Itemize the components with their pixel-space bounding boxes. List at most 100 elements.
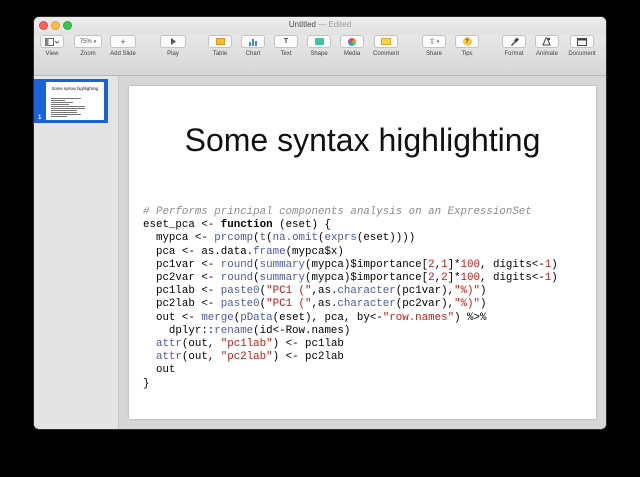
toolbar: View 75% ▾ Zoom + Add Slide Play Table C… [34,35,606,76]
document-icon [577,37,587,46]
media-button[interactable]: Media [340,35,364,57]
code-token: paste0 [220,285,260,298]
view-label: View [45,51,59,57]
table-button[interactable]: Table [208,35,232,57]
code-token: (mypca)$importance[ [305,272,429,285]
code-token: # Performs principal components analysis… [143,206,532,218]
code-line: pc1lab <- paste0("PC1 (",as.character(pc… [143,285,558,298]
thumbnail-code-line [51,112,77,113]
code-token: "PC1 (" [266,298,312,311]
code-token: (eset), pca, by<- [272,311,383,324]
thumbnail-code-line [51,116,67,117]
code-token: ,as. [311,285,338,298]
code-token: } [143,377,150,390]
code-line: pc2var <- round(summary(mypca)$importanc… [143,272,558,285]
zoom-label: Zoom [80,51,96,57]
chart-button[interactable]: Chart [241,35,265,57]
code-token: summary [259,258,306,271]
chevron-down-icon: ▾ [436,38,440,45]
code-token: out [143,364,176,377]
code-token: (id<-Row.names) [253,324,351,337]
document-label: Document [568,51,596,57]
format-button[interactable]: Format [502,35,526,57]
code-token: (pc2var), [395,298,455,311]
text-box-icon: T [283,38,289,45]
shape-button[interactable]: Shape [307,35,331,57]
slide[interactable]: Some syntax highlighting # Performs prin… [129,86,596,419]
code-token: merge [201,311,234,324]
code-token: paste0 [220,298,260,311]
slide-title[interactable]: Some syntax highlighting [129,122,596,159]
plus-icon: + [120,36,126,47]
zoom-menu[interactable]: 75% ▾ Zoom [74,35,102,57]
code-line: out <- merge(pData(eset), pca, by<-"row.… [143,312,558,325]
code-token: pData [240,311,273,324]
play-label: Play [167,51,179,57]
code-token: (out, [181,338,221,351]
code-token: attr [155,338,182,351]
code-token: mypca <- [143,232,215,245]
format-label: Format [504,51,524,57]
slide-canvas: Some syntax highlighting # Performs prin… [119,76,606,429]
keynote-window: Untitled — Edited View 75% ▾ Zoom + Add … [34,17,606,429]
share-button[interactable]: ⇪ ▾ Share [422,35,446,57]
code-token: prcomp [214,232,254,245]
code-token: (eset) { [272,219,331,232]
code-token: "PC1 (" [266,285,312,298]
code-line: mypca <- prcomp(t(na.omit(exprs(eset)))) [143,232,558,245]
title-bar: Untitled — Edited [34,17,606,35]
tips-button[interactable]: ? Tips [455,35,479,57]
paintbrush-icon [510,37,519,46]
code-token: ) [551,272,558,285]
comment-button[interactable]: Comment [371,35,401,57]
document-button[interactable]: Document [566,35,598,57]
add-slide-label: Add Slide [110,51,136,57]
code-token: ]* [447,272,461,285]
thumbnail-title: Some syntax highlighting [51,86,99,91]
code-token: "%)" [454,285,480,298]
play-button[interactable]: Play [160,35,186,57]
zoom-value: 75% [79,38,92,45]
slide-thumbnail: Some syntax highlighting [46,82,104,120]
code-token: , digits<- [480,272,545,285]
code-token: ,as. [311,298,338,311]
chart-icon [249,38,257,46]
window-title: Untitled — Edited [34,20,606,29]
code-token: dplyr:: [143,324,215,337]
table-icon [215,38,225,45]
thumbnail-code-line [51,108,85,109]
code-token: "pc2lab" [220,351,273,364]
code-token: pc1var <- [143,258,221,271]
comment-icon [381,38,391,45]
thumbnail-code-line [51,104,69,105]
code-token: character [337,298,396,311]
text-button[interactable]: T Text [274,35,298,57]
view-button[interactable]: View [40,35,64,57]
code-token: 100 [460,272,480,285]
code-token: pc1lab <- [143,285,221,298]
code-token: ) <- pc2lab [272,351,344,364]
add-slide-button[interactable]: + Add Slide [110,35,136,57]
code-line: out [143,364,558,377]
code-token: eset_pca <- [143,219,221,232]
code-token: ) [480,298,487,311]
share-icon: ⇪ [428,37,436,46]
comment-label: Comment [372,51,399,57]
code-token: , digits<- [480,258,545,271]
code-token: rename [214,324,254,337]
slide-thumbnail-selected[interactable]: 1 Some syntax highlighting [34,79,108,123]
table-label: Table [212,51,228,57]
code-line: attr(out, "pc1lab") <- pc1lab [143,338,558,351]
code-token: "pc1lab" [220,338,273,351]
code-token: ) [480,285,487,298]
code-token: pc2lab <- [143,298,221,311]
code-token: (out, [181,351,221,364]
code-line: eset_pca <- function (eset) { [143,219,558,232]
code-token: pca <- as.data. [143,245,254,258]
code-line: # Performs principal components analysis… [143,206,558,219]
code-token: ]* [447,258,461,271]
slide-navigator: 1 Some syntax highlighting [34,76,119,429]
code-text-box[interactable]: # Performs principal components analysis… [143,206,558,391]
animate-button[interactable]: Animate [533,35,561,57]
